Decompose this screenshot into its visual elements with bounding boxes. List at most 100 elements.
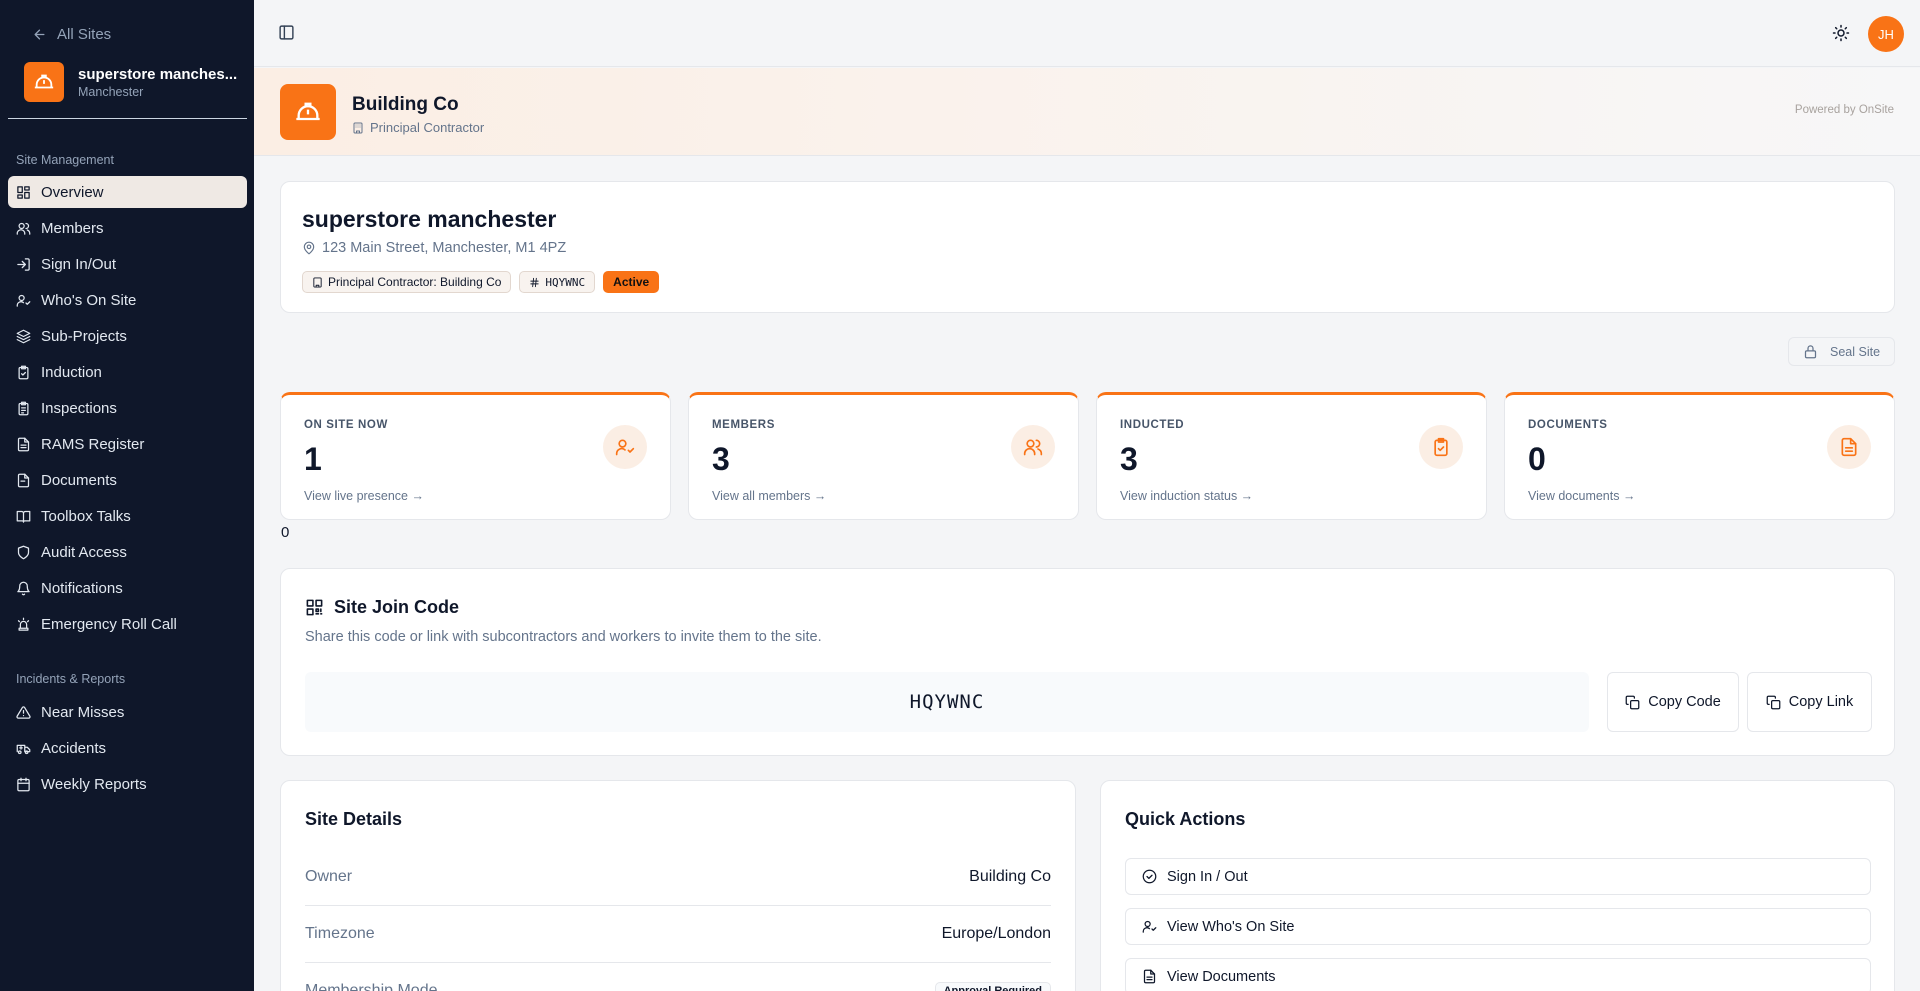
stat-value: 1 (304, 441, 322, 477)
stat-link[interactable]: View live presence → (304, 489, 424, 503)
site-code-badge: HQYWNC (519, 271, 596, 293)
join-code-title: Site Join Code (305, 597, 459, 618)
user-avatar[interactable]: JH (1868, 16, 1904, 52)
nav-incidents: Near Misses Accidents Weekly Reports (8, 696, 247, 804)
site-switcher[interactable]: superstore manches... Manchester (24, 62, 238, 102)
sidebar-item-label: Sign In/Out (41, 255, 117, 273)
site-details-card: Site Details Owner Building Co Timezone … (280, 780, 1076, 991)
site-header-card: superstore manchester 123 Main Street, M… (280, 181, 1895, 313)
site-city: Manchester (78, 84, 144, 99)
user-check-icon (1142, 919, 1157, 934)
sidebar-item-toolbox-talks[interactable]: Toolbox Talks (8, 500, 247, 532)
clipboard-check-icon (1419, 425, 1463, 469)
siren-icon (16, 617, 31, 632)
file-text-icon (1142, 969, 1157, 984)
sidebar-item-induction[interactable]: Induction (8, 356, 247, 388)
detail-row-membership-mode: Membership Mode Approval Required (305, 963, 1051, 991)
sidebar-item-overview[interactable]: Overview (8, 176, 247, 208)
sidebar-item-documents[interactable]: Documents (8, 464, 247, 496)
seal-site-button[interactable]: Seal Site (1788, 337, 1895, 366)
stat-card-members[interactable]: MEMBERS 3 View all members → (688, 392, 1079, 520)
site-join-code-card: Site Join Code Share this code or link w… (280, 568, 1895, 756)
sidebar-item-audit-access[interactable]: Audit Access (8, 536, 247, 568)
sidebar: All Sites superstore manches... Manchest… (0, 0, 254, 991)
quick-action-label: Sign In / Out (1167, 868, 1248, 885)
copy-code-button[interactable]: Copy Code (1607, 672, 1739, 732)
hard-hat-icon (24, 62, 64, 102)
grid-icon (16, 185, 31, 200)
sidebar-item-label: Audit Access (41, 543, 127, 561)
stat-label: DOCUMENTS (1528, 419, 1608, 431)
qr-code-icon (305, 598, 324, 617)
sidebar-item-sub-projects[interactable]: Sub-Projects (8, 320, 247, 352)
detail-row-timezone: Timezone Europe/London (305, 906, 1051, 963)
quick-action-sign-in-out[interactable]: Sign In / Out (1125, 858, 1871, 895)
sidebar-item-label: RAMS Register (41, 435, 145, 453)
sidebar-item-label: Notifications (41, 579, 123, 597)
sidebar-item-label: Weekly Reports (41, 775, 147, 793)
sidebar-item-inspections[interactable]: Inspections (8, 392, 247, 424)
sidebar-toggle-icon[interactable] (278, 24, 295, 41)
sidebar-item-emergency-roll-call[interactable]: Emergency Roll Call (8, 608, 247, 640)
seal-site-label: Seal Site (1830, 344, 1881, 359)
ambulance-icon (16, 741, 31, 756)
sidebar-item-sign-in-out[interactable]: Sign In/Out (8, 248, 247, 280)
sidebar-item-label: Induction (41, 363, 102, 381)
users-icon (1011, 425, 1055, 469)
sidebar-item-label: Who's On Site (41, 291, 137, 309)
detail-key: Membership Mode (305, 982, 438, 991)
detail-row-owner: Owner Building Co (305, 849, 1051, 906)
stat-card-on-site[interactable]: ON SITE NOW 1 View live presence → (280, 392, 671, 520)
sidebar-item-members[interactable]: Members (8, 212, 247, 244)
sidebar-item-near-misses[interactable]: Near Misses (8, 696, 247, 728)
stat-label: INDUCTED (1120, 419, 1185, 431)
quick-action-label: View Documents (1167, 968, 1276, 985)
company-role-label: Principal Contractor (370, 120, 485, 135)
clipboard-list-icon (16, 401, 31, 416)
all-sites-label: All Sites (57, 26, 112, 43)
stat-card-inducted[interactable]: INDUCTED 3 View induction status → (1096, 392, 1487, 520)
company-name: Building Co (352, 94, 459, 115)
check-circle-icon (1142, 869, 1157, 884)
join-code-display: HQYWNC (305, 672, 1589, 732)
bell-icon (16, 581, 31, 596)
building-icon (352, 122, 364, 134)
shield-icon (16, 545, 31, 560)
quick-action-whos-on-site[interactable]: View Who's On Site (1125, 908, 1871, 945)
stat-value: 0 (1528, 441, 1546, 477)
stat-link[interactable]: View induction status → (1120, 489, 1253, 503)
site-address-text: 123 Main Street, Manchester, M1 4PZ (322, 240, 567, 256)
contractor-badge-label: Principal Contractor: Building Co (328, 275, 502, 289)
calendar-icon (16, 777, 31, 792)
sidebar-item-weekly-reports[interactable]: Weekly Reports (8, 768, 247, 800)
stat-card-documents[interactable]: DOCUMENTS 0 View documents → (1504, 392, 1895, 520)
site-code-badge-label: HQYWNC (545, 275, 586, 289)
users-icon (16, 221, 31, 236)
copy-icon (1766, 695, 1781, 710)
sidebar-item-label: Toolbox Talks (41, 507, 131, 525)
sidebar-item-accidents[interactable]: Accidents (8, 732, 247, 764)
stat-link[interactable]: View all members → (712, 489, 826, 503)
sun-icon[interactable] (1832, 24, 1850, 42)
site-address: 123 Main Street, Manchester, M1 4PZ (302, 240, 566, 256)
sidebar-divider (8, 118, 247, 119)
arrow-left-icon (32, 27, 47, 42)
quick-action-documents[interactable]: View Documents (1125, 958, 1871, 991)
section-heading-site-management: Site Management (16, 153, 114, 167)
sidebar-item-notifications[interactable]: Notifications (8, 572, 247, 604)
file-icon (16, 473, 31, 488)
section-heading-incidents: Incidents & Reports (16, 672, 126, 686)
join-code-description: Share this code or link with subcontract… (305, 629, 822, 645)
all-sites-link[interactable]: All Sites (32, 26, 111, 43)
page-title: superstore manchester (302, 206, 557, 232)
sidebar-item-rams-register[interactable]: RAMS Register (8, 428, 247, 460)
quick-action-label: View Who's On Site (1167, 918, 1295, 935)
sidebar-item-label: Inspections (41, 399, 117, 417)
copy-icon (1625, 695, 1640, 710)
nav-site-management: Overview Members Sign In/Out Who's On Si… (8, 176, 247, 644)
sidebar-item-label: Overview (41, 183, 104, 201)
stat-label: MEMBERS (712, 419, 775, 431)
sidebar-item-whos-on-site[interactable]: Who's On Site (8, 284, 247, 316)
copy-link-button[interactable]: Copy Link (1747, 672, 1872, 732)
stat-link[interactable]: View documents → (1528, 489, 1635, 503)
